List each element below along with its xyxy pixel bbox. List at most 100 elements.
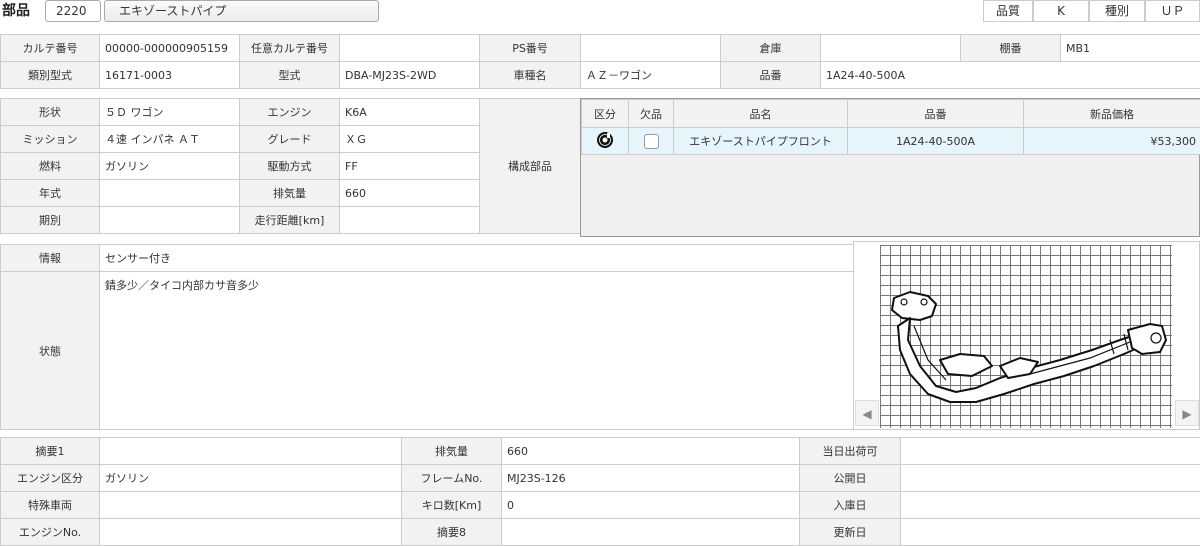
keijo-value: ５Ｄ ワゴン — [99, 98, 240, 126]
parts-table: 区分 欠品 品名 品番 新品価格 エキゾーストパイプフロント 1A24-40-5… — [581, 99, 1200, 155]
page-title: 部品 — [2, 3, 30, 19]
table-row: 形状 ５Ｄ ワゴン エンジン K6A 構成部品 — [0, 98, 581, 234]
tana-label: 棚番 — [960, 34, 1061, 62]
engine-kubun-label: エンジン区分 — [0, 464, 100, 492]
quality-label: 品質 — [983, 0, 1033, 22]
image-next-button[interactable]: ▶ — [1175, 400, 1199, 426]
image-prev-button[interactable]: ◀ — [855, 400, 879, 426]
table-row: 類別型式 16171-0003 型式 DBA-MJ23S-2WD 車種名 ＡＺ－… — [0, 61, 1200, 89]
part-code-field[interactable]: 2220 — [45, 0, 101, 22]
table-row[interactable]: エキゾーストパイプフロント 1A24-40-500A ¥53,300 — [581, 127, 1200, 155]
quality-value: K — [1033, 0, 1089, 22]
tokushu-label: 特殊車両 — [0, 491, 100, 519]
shamei-value: ＡＺ－ワゴン — [580, 61, 721, 89]
engine-value: K6A — [339, 98, 480, 126]
keijo-label: 形状 — [0, 98, 100, 126]
part-name-field[interactable]: エキゾーストパイプ — [104, 0, 379, 22]
engine-no-label: エンジンNo. — [0, 518, 100, 546]
nyuuko-value — [900, 491, 1200, 519]
karte-label: カルテ番号 — [0, 34, 100, 62]
ps-label: PS番号 — [479, 34, 581, 62]
mission-label: ミッション — [0, 125, 100, 153]
disc-icon — [596, 131, 614, 152]
vehicle-info-table: カルテ番号 00000-000000905159 任意カルテ番号 PS番号 倉庫… — [0, 34, 1200, 89]
katashiki-label: 型式 — [239, 61, 340, 89]
price-cell: ¥53,300 — [1023, 127, 1200, 155]
engine-kubun-value: ガソリン — [99, 464, 402, 492]
nenshiki-label: 年式 — [0, 179, 100, 207]
kousei-label: 構成部品 — [479, 98, 581, 234]
col-header-hinban: 品番 — [847, 99, 1024, 128]
koukai-value — [900, 464, 1200, 492]
col-header-price: 新品価格 — [1023, 99, 1200, 128]
souko-value — [820, 34, 961, 62]
tana-value: MB1 — [1060, 34, 1200, 62]
ruibetsu-value: 16171-0003 — [99, 61, 240, 89]
table-row: エンジンNo. 摘要8 更新日 — [0, 518, 1200, 546]
part-name-cell: エキゾーストパイプフロント — [673, 127, 848, 155]
joutai-label: 状態 — [0, 271, 100, 430]
table-row: 摘要1 排気量 660 当日出荷可 — [0, 437, 1200, 465]
kind-value: ＵＰ — [1145, 0, 1200, 22]
katashiki-value: DBA-MJ23S-2WD — [339, 61, 480, 89]
table-row: エンジン区分 ガソリン フレームNo. MJ23S-126 公開日 — [0, 464, 1200, 492]
nini-karte-label: 任意カルテ番号 — [239, 34, 340, 62]
grade-label: グレード — [239, 125, 340, 153]
tekiyo1-value — [99, 437, 402, 465]
col-header-hinmei: 品名 — [673, 99, 848, 128]
exhaust-pipe-image — [880, 270, 1172, 410]
ps-value — [580, 34, 721, 62]
kudou-value: FF — [339, 152, 480, 180]
nyuuko-label: 入庫日 — [799, 491, 901, 519]
col-header-keppin: 欠品 — [628, 99, 674, 128]
info-table: 情報 センサー付き 状態 錆多少／タイコ内部カサ音多少 — [0, 244, 854, 430]
koushin-label: 更新日 — [799, 518, 901, 546]
soukou-label: 走行距離[km] — [239, 206, 340, 234]
touzitsu-label: 当日出荷可 — [799, 437, 901, 465]
touzitsu-value — [900, 437, 1200, 465]
table-row: 特殊車両 キロ数[Km] 0 入庫日 — [0, 491, 1200, 519]
ruibetsu-label: 類別型式 — [0, 61, 100, 89]
bottom-haiki-label: 排気量 — [401, 437, 502, 465]
joutai-value: 錆多少／タイコ内部カサ音多少 — [99, 271, 854, 430]
koukai-label: 公開日 — [799, 464, 901, 492]
tokushu-value — [99, 491, 402, 519]
grade-value: ＸＧ — [339, 125, 480, 153]
frame-value: MJ23S-126 — [501, 464, 800, 492]
bottom-info-table: 摘要1 排気量 660 当日出荷可 エンジン区分 ガソリン フレームNo. MJ… — [0, 437, 1200, 546]
table-row: 情報 センサー付き — [0, 244, 854, 272]
nenryo-value: ガソリン — [99, 152, 240, 180]
frame-label: フレームNo. — [401, 464, 502, 492]
koushin-value — [900, 518, 1200, 546]
col-header-kubun: 区分 — [581, 99, 629, 128]
haiki-value: 660 — [339, 179, 480, 207]
kiro-label: キロ数[Km] — [401, 491, 502, 519]
tekiyo8-label: 摘要8 — [401, 518, 502, 546]
spec-table: 形状 ５Ｄ ワゴン エンジン K6A 構成部品 ミッション ４速 インパネ ＡＴ… — [0, 98, 581, 234]
parts-header-row: 区分 欠品 品名 品番 新品価格 — [581, 99, 1200, 128]
part-number-cell: 1A24-40-500A — [847, 127, 1024, 155]
keppin-cell — [628, 127, 674, 155]
joho-label: 情報 — [0, 244, 100, 272]
nenryo-label: 燃料 — [0, 152, 100, 180]
missing-checkbox[interactable] — [643, 133, 659, 149]
table-row: カルテ番号 00000-000000905159 任意カルテ番号 PS番号 倉庫… — [0, 34, 1200, 62]
kubun-cell — [581, 127, 629, 155]
shamei-label: 車種名 — [479, 61, 581, 89]
kudou-label: 駆動方式 — [239, 152, 340, 180]
karte-value: 00000-000000905159 — [99, 34, 240, 62]
engine-label: エンジン — [239, 98, 340, 126]
tekiyo1-label: 摘要1 — [0, 437, 100, 465]
joho-value: センサー付き — [99, 244, 854, 272]
kibetsu-label: 期別 — [0, 206, 100, 234]
souko-label: 倉庫 — [720, 34, 821, 62]
engine-no-value — [99, 518, 402, 546]
haiki-label: 排気量 — [239, 179, 340, 207]
nini-karte-value — [339, 34, 480, 62]
kibetsu-value — [99, 206, 240, 234]
hinban-value: 1A24-40-500A — [820, 61, 1200, 89]
kind-label: 種別 — [1089, 0, 1145, 22]
bottom-haiki-value: 660 — [501, 437, 800, 465]
kiro-value: 0 — [501, 491, 800, 519]
hinban-label: 品番 — [720, 61, 821, 89]
